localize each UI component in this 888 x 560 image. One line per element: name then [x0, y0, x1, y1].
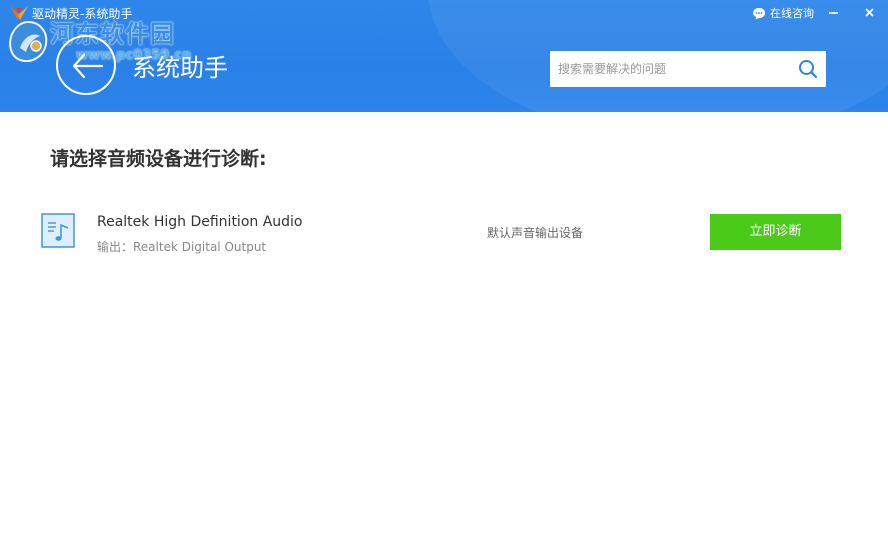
search-box — [550, 51, 826, 87]
minimize-icon — [829, 12, 838, 14]
online-consult-link[interactable]: 在线咨询 — [752, 5, 814, 21]
chat-bubble-icon — [753, 7, 765, 19]
online-consult-label: 在线咨询 — [770, 7, 814, 20]
back-button[interactable] — [56, 35, 116, 95]
device-list-item: Realtek High Definition Audio 输出：Realtek… — [0, 200, 888, 264]
arrow-left-icon — [72, 53, 104, 79]
device-select-prompt: 请选择音频设备进行诊断: — [50, 148, 267, 170]
diagnose-now-button[interactable]: 立即诊断 — [710, 214, 841, 250]
page-title: 系统助手 — [132, 54, 228, 82]
device-name: Realtek High Definition Audio — [97, 214, 303, 230]
close-icon — [865, 8, 874, 17]
search-icon[interactable] — [798, 59, 818, 79]
close-button[interactable] — [855, 0, 885, 26]
device-status: 默认声音输出设备 — [487, 226, 584, 240]
minimize-button[interactable] — [819, 0, 849, 26]
search-input[interactable] — [550, 51, 794, 87]
header-bar: 驱动精灵-系统助手 河东软件园 www.pc0359.cn 系统助手 在线咨询 — [0, 0, 888, 112]
watermark-logo-icon — [9, 20, 48, 62]
music-file-icon — [41, 213, 75, 248]
device-output: 输出：Realtek Digital Output — [97, 240, 267, 254]
